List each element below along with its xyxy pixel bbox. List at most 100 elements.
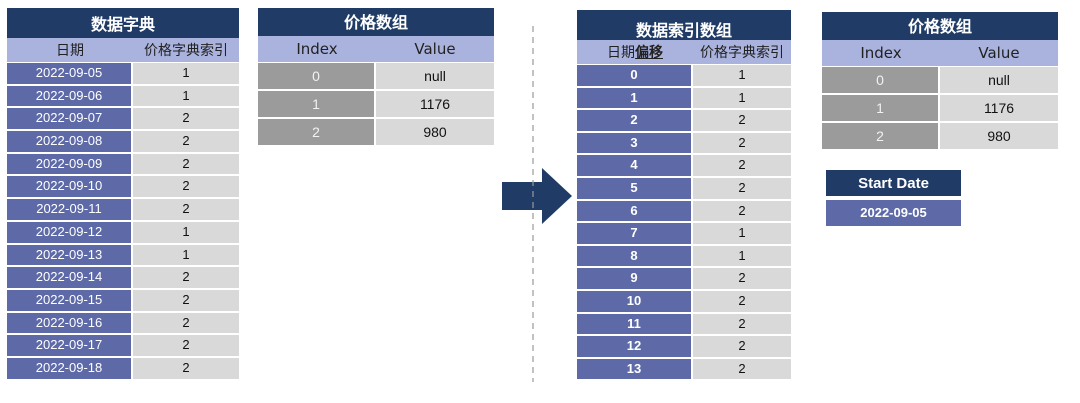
offset-cell: 10 — [577, 290, 693, 312]
price-array-row: 0 null — [258, 63, 494, 91]
index-array-row: 81 — [577, 245, 791, 269]
date-cell: 2022-09-06 — [7, 85, 133, 107]
date-dict-row: 2022-09-16 2 — [7, 312, 239, 336]
index-array-row: 12 2 — [577, 336, 791, 359]
index-array-row: 10 2 — [577, 290, 791, 314]
offset-cell: 11 — [577, 313, 693, 335]
date-cell: 2022-09-11 — [7, 199, 133, 220]
index-array-row: 13 2 — [577, 358, 791, 382]
index-array-title: 数据索引数组 — [577, 10, 791, 40]
date-dict-row: 2022-09-14 2 — [7, 267, 239, 290]
price-index-cell: 2 — [133, 153, 239, 175]
price-array-row: 1 1176 — [822, 95, 1058, 123]
index-array-row: 42 — [577, 155, 791, 178]
index-column-header: Index — [296, 40, 338, 58]
price-array-right-header: Index Value — [822, 40, 1058, 66]
price-index-cell: 2 — [133, 176, 239, 198]
offset-cell: 4 — [577, 155, 693, 176]
date-cell: 2022-09-14 — [7, 267, 133, 288]
price-index-cell: 2 — [133, 131, 239, 152]
index-cell: 1 — [822, 95, 940, 121]
price-index-cell: 2 — [133, 199, 239, 220]
price-index-cell: 2 — [693, 313, 791, 335]
price-index-cell: 2 — [133, 108, 239, 130]
value-cell: 980 — [376, 119, 494, 145]
price-index-cell: 1 — [693, 223, 791, 244]
price-array-right-title: 价格数组 — [822, 12, 1058, 40]
price-index-cell: 2 — [693, 155, 791, 176]
date-cell: 2022-09-13 — [7, 244, 133, 266]
price-index-cell: 1 — [133, 244, 239, 266]
date-dict-title: 数据字典 — [7, 8, 239, 38]
date-cell: 2022-09-17 — [7, 335, 133, 356]
value-cell: null — [940, 67, 1058, 93]
price-index-cell: 2 — [693, 132, 791, 154]
price-index-cell: 2 — [693, 110, 791, 131]
price-index-cell: 2 — [133, 357, 239, 379]
date-dict-row: 2022-09-17 2 — [7, 335, 239, 358]
index-array-row: 01 — [577, 65, 791, 88]
date-cell: 2022-09-12 — [7, 221, 133, 243]
price-index-cell: 1 — [133, 85, 239, 107]
dashed-divider — [532, 26, 534, 382]
date-dict-row: 2022-09-18 2 — [7, 357, 239, 381]
index-array-row: 62 — [577, 200, 791, 224]
index-cell: 0 — [258, 63, 376, 89]
price-index-cell: 2 — [693, 358, 791, 380]
offset-cell: 13 — [577, 358, 693, 380]
index-cell: 1 — [258, 91, 376, 117]
price-array-left-title: 价格数组 — [258, 8, 494, 36]
date-dict-row: 2022-09-05 1 — [7, 63, 239, 86]
price-array-right-rows: 0 null 1 1176 2 980 — [822, 67, 1058, 151]
offset-cell: 9 — [577, 268, 693, 289]
date-dict-row: 2022-09-10 2 — [7, 176, 239, 200]
offset-cell: 3 — [577, 132, 693, 154]
date-cell: 2022-09-15 — [7, 289, 133, 311]
offset-cell: 1 — [577, 87, 693, 109]
index-cell: 2 — [258, 119, 376, 145]
date-dict-row: 2022-09-13 1 — [7, 244, 239, 268]
date-cell: 2022-09-07 — [7, 108, 133, 130]
date-dict-row: 2022-09-09 2 — [7, 153, 239, 177]
price-array-row: 1 1176 — [258, 91, 494, 119]
index-column-header: Index — [860, 44, 902, 62]
price-index-cell: 2 — [133, 289, 239, 311]
date-column-header: 日期 — [56, 43, 84, 59]
price-index-cell: 1 — [133, 63, 239, 84]
price-index-cell: 1 — [693, 245, 791, 267]
value-cell: 1176 — [940, 95, 1058, 121]
date-offset-column-header: 日期偏移 — [577, 40, 693, 64]
right-arrow-icon — [502, 168, 572, 224]
date-dict-row: 2022-09-08 2 — [7, 131, 239, 154]
date-dict-row: 2022-09-15 2 — [7, 289, 239, 313]
offset-cell: 7 — [577, 223, 693, 244]
price-index-cell: 2 — [133, 267, 239, 288]
offset-label: 偏移 — [635, 45, 663, 61]
index-array-row: 71 — [577, 223, 791, 246]
price-index-column-header: 价格字典索引 — [700, 45, 784, 61]
index-cell: 2 — [822, 123, 940, 149]
price-index-cell: 2 — [693, 290, 791, 312]
index-array-row: 92 — [577, 268, 791, 291]
date-cell: 2022-09-18 — [7, 357, 133, 379]
date-dict-row: 2022-09-11 2 — [7, 199, 239, 222]
price-index-cell: 2 — [133, 335, 239, 356]
value-cell: 980 — [940, 123, 1058, 149]
date-cell: 2022-09-09 — [7, 153, 133, 175]
price-index-column-header: 价格字典索引 — [144, 43, 228, 59]
offset-cell: 0 — [577, 65, 693, 86]
price-array-row: 0 null — [822, 67, 1058, 95]
date-dict-row: 2022-09-12 1 — [7, 221, 239, 245]
price-index-cell: 1 — [133, 221, 239, 243]
price-index-cell: 1 — [693, 65, 791, 86]
value-column-header: Value — [978, 44, 1020, 62]
price-index-cell: 1 — [693, 87, 791, 109]
index-array-rows: 0 1 1 1 2 2 3 2 4 2 5 2 6 2 7 1 8 1 9 2 10 2 11 2 12 2 13 2 — [577, 65, 791, 382]
price-index-cell: 2 — [133, 312, 239, 334]
index-array-row: 22 — [577, 110, 791, 133]
date-dict-row: 2022-09-07 2 — [7, 108, 239, 132]
value-cell: 1176 — [376, 91, 494, 117]
offset-cell: 2 — [577, 110, 693, 131]
index-array-row: 52 — [577, 177, 791, 201]
price-index-cell: 2 — [693, 177, 791, 199]
